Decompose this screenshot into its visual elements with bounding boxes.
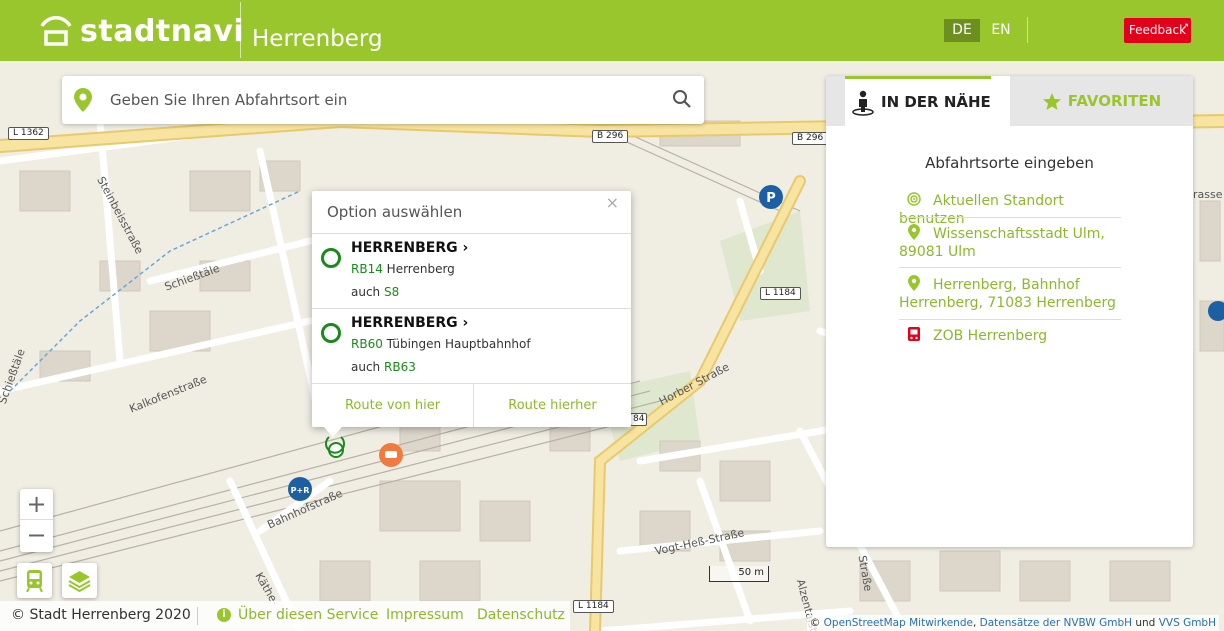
stop-option[interactable]: HERRENBERG › RB60 Tübingen Hauptbahnhof … — [312, 309, 631, 383]
stop-icon — [321, 323, 341, 343]
location-current[interactable]: Aktuellen Standort benutzen — [899, 191, 1121, 228]
location-label: Aktuellen Standort benutzen — [899, 193, 1064, 227]
map-scale: 50 m — [709, 566, 769, 582]
imprint-link[interactable]: Impressum — [386, 601, 464, 629]
person-nearby-icon — [852, 90, 874, 116]
stadtnavi-logo-icon — [40, 16, 72, 46]
attribution-comma: , — [972, 617, 977, 629]
map-attribution: © OpenStreetMap Mitwirkende, Datensätze … — [806, 615, 1219, 631]
location-zob[interactable]: ZOB Herrenberg — [899, 326, 1121, 345]
tab-spacer — [826, 76, 845, 126]
route-destination: Herrenberg — [386, 262, 455, 276]
footer: © Stadt Herrenberg 2020 i Über diesen Se… — [0, 601, 570, 631]
logo[interactable]: stadtnavi — [36, 12, 244, 50]
bus-stop-icon — [908, 327, 920, 341]
also-label: auch — [351, 360, 381, 374]
stop-route: RB14 Herrenberg — [351, 262, 455, 276]
popup-title: Option auswählen — [327, 203, 463, 221]
zoom-control: + − — [20, 489, 53, 552]
road-label: B 296 — [592, 130, 629, 143]
divider — [899, 267, 1121, 268]
route-to-here-button[interactable]: Route hierher — [474, 384, 631, 427]
road-label: L 1362 — [8, 127, 49, 140]
map-pin-icon — [74, 88, 92, 112]
road-label: L 1184 — [573, 600, 614, 613]
svg-text:P+R: P+R — [291, 486, 310, 495]
divider — [899, 319, 1121, 320]
footer-divider — [197, 607, 198, 625]
route-destination: Tübingen Hauptbahnhof — [386, 337, 531, 351]
route-code: RB14 — [351, 262, 383, 276]
popup-tail — [324, 427, 342, 437]
search-box — [62, 76, 704, 124]
stop-selection-popup: Option auswählen × HERRENBERG › RB14 Her… — [312, 191, 631, 437]
locate-icon — [907, 192, 921, 206]
location-ulm[interactable]: Wissenschaftsstadt Ulm, 89081 Ulm — [899, 224, 1129, 261]
tab-favorites[interactable]: FAVORITEN — [1010, 76, 1193, 126]
stop-route: RB60 Tübingen Hauptbahnhof — [351, 337, 531, 351]
tab-nearby-label: IN DER NÄHE — [881, 93, 991, 111]
divider — [899, 217, 1121, 218]
svg-text:P: P — [766, 191, 776, 206]
also-label: auch — [351, 285, 381, 299]
location-label: ZOB Herrenberg — [933, 328, 1048, 344]
location-label: Herrenberg, Bahnhof Herrenberg, 71083 He… — [899, 277, 1116, 311]
header: stadtnavi Herrenberg DE EN Feedback ↗ — [0, 0, 1224, 61]
location-herrenberg-bahnhof[interactable]: Herrenberg, Bahnhof Herrenberg, 71083 He… — [899, 275, 1129, 312]
map-pin-icon — [908, 275, 920, 291]
layers-icon — [68, 571, 91, 592]
header-divider — [1027, 17, 1028, 43]
nearby-panel: IN DER NÄHE FAVORITEN Abfahrtsorte einge… — [826, 76, 1193, 547]
stop-also-routes: auch S8 — [351, 285, 399, 299]
route-code: S8 — [384, 285, 400, 299]
about-link[interactable]: Über diesen Service — [238, 601, 378, 629]
map-pin-icon — [908, 224, 920, 240]
header-divider — [240, 2, 241, 58]
location-label: Wissenschaftsstadt Ulm, 89081 Ulm — [899, 226, 1105, 260]
stop-name: HERRENBERG › — [351, 315, 469, 331]
zoom-out-button[interactable]: − — [20, 520, 53, 551]
stop-name: HERRENBERG › — [351, 240, 469, 256]
transit-toggle-button[interactable] — [17, 563, 52, 598]
route-from-here-button[interactable]: Route von hier — [312, 384, 474, 427]
external-link-icon: ↗ — [1181, 22, 1189, 32]
nvbw-link[interactable]: Datensätze der NVBW GmbH — [980, 617, 1132, 629]
route-code: RB60 — [351, 337, 383, 351]
street-label: rasse — [1193, 188, 1223, 201]
search-icon[interactable] — [672, 89, 692, 109]
origin-search-input[interactable] — [110, 76, 670, 124]
zoom-in-button[interactable]: + — [20, 489, 53, 520]
road-label: L 1184 — [760, 287, 801, 300]
feedback-button[interactable]: Feedback ↗ — [1124, 18, 1191, 43]
route-code: RB63 — [384, 360, 416, 374]
close-icon[interactable]: × — [606, 193, 619, 212]
stop-also-routes: auch RB63 — [351, 360, 416, 374]
layers-button[interactable] — [62, 563, 97, 598]
city-name: Herrenberg — [252, 26, 383, 52]
attribution-prefix: © — [809, 617, 821, 629]
stop-icon — [321, 248, 341, 268]
info-icon: i — [217, 608, 231, 622]
feedback-label: Feedback — [1128, 23, 1187, 37]
road-label: B 296 — [792, 132, 829, 145]
attribution-and: und — [1135, 617, 1156, 629]
star-icon — [1042, 92, 1061, 110]
copyright: © Stadt Herrenberg 2020 — [11, 607, 191, 623]
lang-en-button[interactable]: EN — [986, 19, 1016, 42]
vvs-link[interactable]: VVS GmbH — [1159, 617, 1216, 629]
tab-favorites-label: FAVORITEN — [1067, 92, 1162, 110]
panel-heading: Abfahrtsorte eingeben — [925, 154, 1094, 172]
transit-icon — [26, 570, 43, 592]
stop-option[interactable]: HERRENBERG › RB14 Herrenberg auch S8 — [312, 234, 631, 308]
logo-text: stadtnavi — [80, 13, 245, 49]
road-label: 84 — [630, 413, 648, 426]
osm-link[interactable]: OpenStreetMap Mitwirkende — [824, 617, 973, 629]
privacy-link[interactable]: Datenschutz — [477, 601, 565, 629]
lang-de-button[interactable]: DE — [944, 19, 980, 42]
tab-nearby[interactable]: IN DER NÄHE — [845, 76, 991, 126]
